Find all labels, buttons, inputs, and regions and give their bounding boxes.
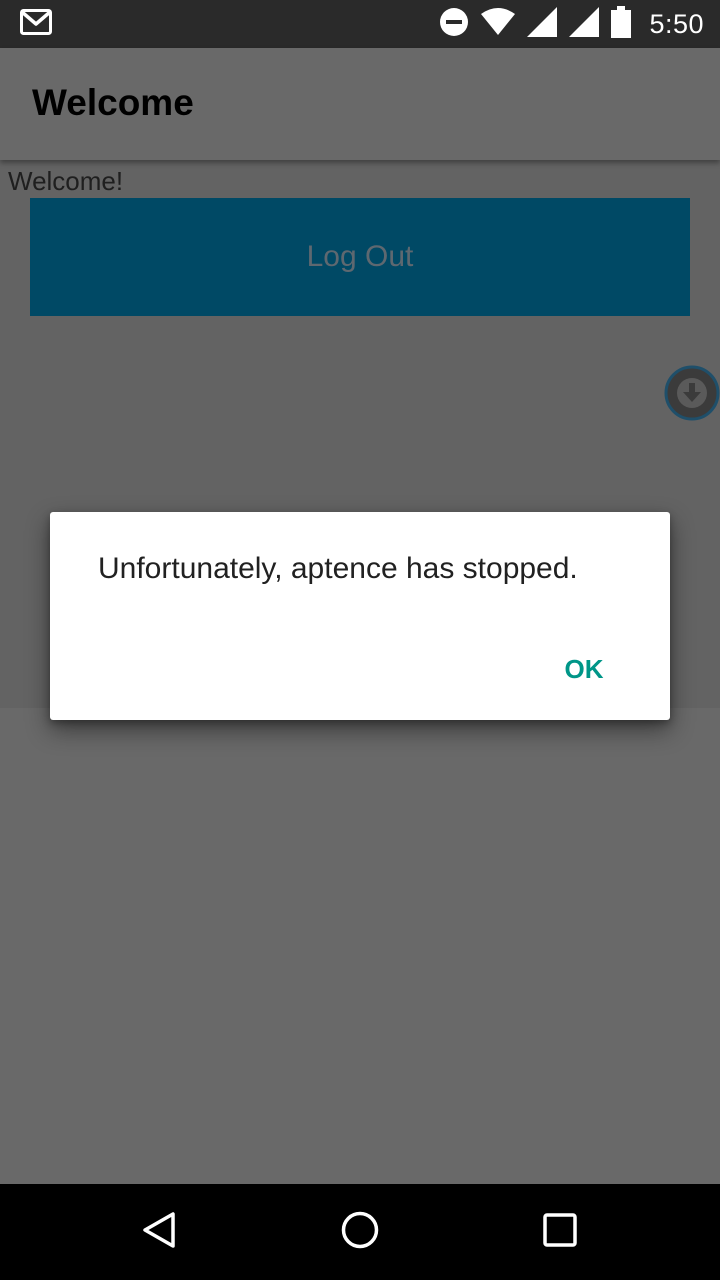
ok-button[interactable]: OK — [554, 644, 614, 694]
crash-dialog: Unfortunately, aptence has stopped. OK — [50, 512, 670, 720]
gmail-icon — [20, 9, 52, 39]
status-bar: 5:50 — [0, 0, 720, 48]
signal-icon — [527, 7, 558, 41]
home-button[interactable] — [330, 1202, 390, 1262]
battery-icon — [611, 6, 632, 42]
logout-button[interactable]: Log Out — [30, 198, 690, 316]
back-button[interactable] — [130, 1202, 190, 1262]
signal-icon — [569, 7, 600, 41]
screen: 5:50 Welcome Welcome! Log Out Unfortunat… — [0, 0, 720, 1280]
download-icon — [664, 365, 720, 425]
status-time: 5:50 — [649, 8, 704, 39]
app-bar: Welcome — [0, 48, 720, 160]
download-button[interactable] — [664, 365, 720, 421]
dialog-message: Unfortunately, aptence has stopped. — [98, 552, 578, 585]
recents-button[interactable] — [530, 1202, 590, 1262]
home-icon — [340, 1210, 380, 1254]
do-not-disturb-icon — [439, 7, 469, 41]
recents-icon — [540, 1210, 580, 1254]
welcome-text: Welcome! — [8, 166, 124, 196]
lower-area — [0, 708, 720, 1184]
wifi-icon — [481, 8, 516, 40]
navigation-bar — [0, 1184, 720, 1280]
page-title: Welcome — [32, 82, 194, 123]
back-icon — [140, 1210, 180, 1254]
